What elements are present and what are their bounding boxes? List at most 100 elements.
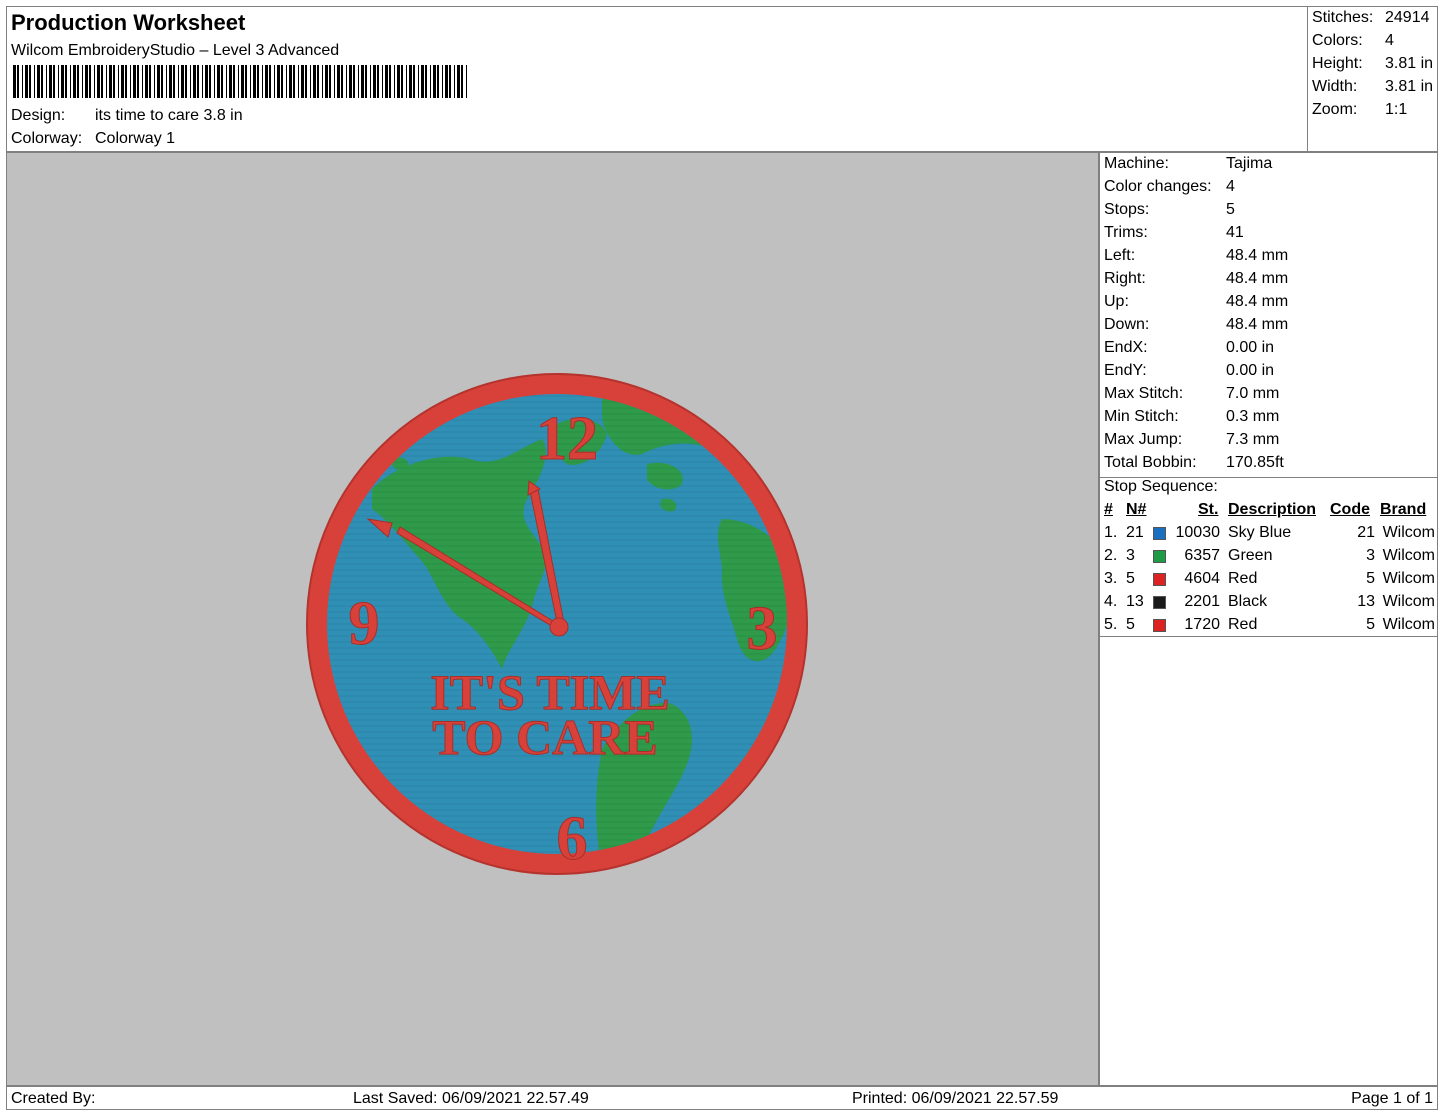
stitch-count: 10030 <box>1175 524 1221 541</box>
info-value: 5 <box>1226 201 1235 218</box>
printed-date: Printed: 06/09/2021 22.57.59 <box>852 1090 1059 1107</box>
info-label: Min Stitch: <box>1104 408 1179 425</box>
stat-value: 3.81 in <box>1385 78 1434 95</box>
stop-sequence-row: 2. 3 6357 Green 3 Wilcom <box>1100 547 1437 570</box>
stop-sequence-row: 1. 21 10030 Sky Blue 21 Wilcom <box>1100 524 1437 547</box>
thread-brand: Wilcom <box>1382 593 1435 610</box>
info-label: Max Jump: <box>1104 431 1183 448</box>
stitch-count: 2201 <box>1184 593 1220 610</box>
needle-number: 5 <box>1126 570 1135 587</box>
thread-code: 5 <box>1366 616 1375 633</box>
row-index: 4. <box>1104 593 1118 610</box>
stat-label: Colors: <box>1312 32 1363 49</box>
needle-number: 21 <box>1126 524 1144 541</box>
design-stats: Stitches: 24914 Colors: 4 Height: 3.81 in W… <box>1307 7 1439 151</box>
info-label: Right: <box>1104 270 1146 287</box>
thread-brand: Wilcom <box>1382 616 1435 633</box>
info-value: Tajima <box>1226 155 1273 172</box>
info-label: Color changes: <box>1104 178 1212 195</box>
stat-label: Zoom: <box>1312 101 1358 118</box>
stat-value: 3.81 in <box>1385 55 1434 72</box>
numeral-3: 3 <box>747 595 778 663</box>
slogan-line-2: TO CARE <box>432 709 658 765</box>
numeral-12: 12 <box>536 405 598 473</box>
software-name: Wilcom EmbroideryStudio – Level 3 Advanc… <box>11 42 340 59</box>
info-label: EndY: <box>1104 362 1147 379</box>
stitch-count: 4604 <box>1184 570 1220 587</box>
needle-number: 3 <box>1126 547 1135 564</box>
needle-number: 13 <box>1126 593 1144 610</box>
last-saved: Last Saved: 06/09/2021 22.57.49 <box>353 1090 589 1107</box>
thread-color-swatch <box>1153 596 1166 609</box>
thread-code: 13 <box>1357 593 1375 610</box>
stop-sequence-label: Stop Sequence: <box>1104 478 1218 495</box>
info-label: EndX: <box>1104 339 1148 356</box>
needle-number: 5 <box>1126 616 1135 633</box>
stat-value: 4 <box>1385 32 1394 49</box>
divider <box>1100 636 1437 637</box>
thread-color-swatch <box>1153 527 1166 540</box>
stat-label: Stitches: <box>1312 9 1374 26</box>
col-header-index: # <box>1104 501 1113 518</box>
thread-code: 5 <box>1366 570 1375 587</box>
design-preview-canvas: 12 3 6 9 IT'S TIME TO CARE <box>6 152 1099 1086</box>
thread-color-swatch <box>1153 619 1166 632</box>
info-label: Trims: <box>1104 224 1148 241</box>
col-header-description: Description <box>1228 501 1317 518</box>
thread-description: Red <box>1228 616 1258 633</box>
info-value: 48.4 mm <box>1226 316 1289 333</box>
design-label: Design: <box>11 107 66 124</box>
thread-brand: Wilcom <box>1382 524 1435 541</box>
col-header-brand: Brand <box>1380 501 1427 518</box>
thread-description: Sky Blue <box>1228 524 1292 541</box>
info-value: 7.0 mm <box>1226 385 1280 402</box>
stitch-count: 6357 <box>1184 547 1220 564</box>
info-value: 170.85ft <box>1226 454 1284 471</box>
stop-sequence-row: 4. 13 2201 Black 13 Wilcom <box>1100 593 1437 616</box>
row-index: 1. <box>1104 524 1118 541</box>
info-value: 48.4 mm <box>1226 270 1289 287</box>
thread-description: Red <box>1228 570 1258 587</box>
thread-code: 21 <box>1357 524 1375 541</box>
col-header-needle: N# <box>1126 501 1147 518</box>
barcode <box>13 65 467 98</box>
thread-color-swatch <box>1153 573 1166 586</box>
col-header-stitches: St. <box>1198 501 1219 518</box>
row-index: 2. <box>1104 547 1118 564</box>
thread-description: Black <box>1228 593 1268 610</box>
stat-label: Width: <box>1312 78 1358 95</box>
thread-code: 3 <box>1366 547 1375 564</box>
numeral-9: 9 <box>349 590 380 658</box>
info-label: Max Stitch: <box>1104 385 1184 402</box>
stat-value: 24914 <box>1385 9 1430 26</box>
info-value: 0.00 in <box>1226 339 1275 356</box>
info-label: Machine: <box>1104 155 1169 172</box>
machine-info-panel: Machine: Tajima Color changes: 4 Stops: 5 Trim… <box>1099 152 1438 1086</box>
thread-description: Green <box>1228 547 1273 564</box>
info-value: 0.3 mm <box>1226 408 1280 425</box>
design-name: its time to care 3.8 in <box>95 107 243 124</box>
worksheet-title: Production Worksheet <box>11 10 246 35</box>
colorway-label: Colorway: <box>11 130 83 147</box>
page-number: Page 1 of 1 <box>1351 1090 1433 1107</box>
info-value: 48.4 mm <box>1226 247 1289 264</box>
info-label: Total Bobbin: <box>1104 454 1197 471</box>
info-value: 41 <box>1226 224 1244 241</box>
stat-value: 1:1 <box>1385 101 1408 118</box>
thread-brand: Wilcom <box>1382 547 1435 564</box>
info-label: Left: <box>1104 247 1136 264</box>
thread-brand: Wilcom <box>1382 570 1435 587</box>
clock-center-pin <box>549 617 569 637</box>
info-label: Stops: <box>1104 201 1150 218</box>
worksheet-header: Production Worksheet Wilcom EmbroiderySt… <box>6 6 1438 152</box>
clock-globe-patch: 12 3 6 9 IT'S TIME TO CARE <box>306 373 808 875</box>
thread-color-swatch <box>1153 550 1166 563</box>
info-value: 4 <box>1226 178 1235 195</box>
created-by: Created By: <box>11 1090 96 1107</box>
info-label: Up: <box>1104 293 1129 310</box>
colorway-value: Colorway 1 <box>95 130 176 147</box>
stat-label: Height: <box>1312 55 1363 72</box>
info-value: 48.4 mm <box>1226 293 1289 310</box>
col-header-code: Code <box>1330 501 1370 518</box>
info-value: 0.00 in <box>1226 362 1275 379</box>
